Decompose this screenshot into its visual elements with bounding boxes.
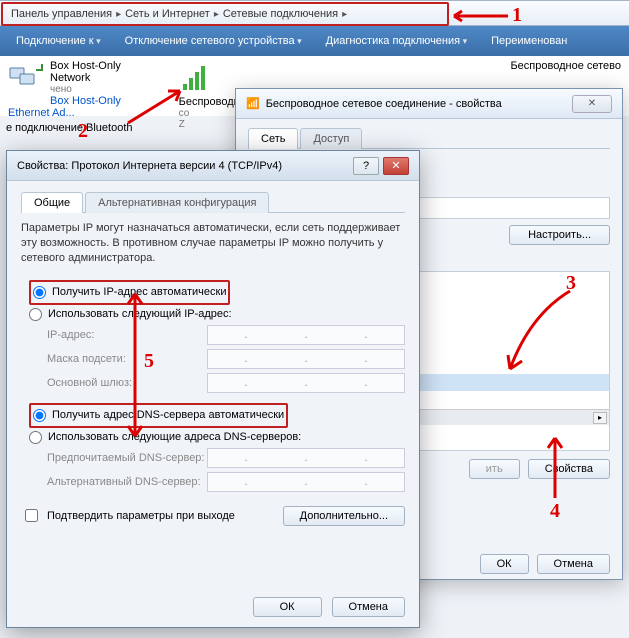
checkbox-input[interactable] — [25, 509, 38, 522]
install-button[interactable]: ить — [469, 459, 520, 479]
dialog-titlebar[interactable]: 📶 Беспроводное сетевое соединение - свой… — [236, 89, 622, 119]
radio-input[interactable] — [33, 286, 46, 299]
label-preferred-dns: Предпочитаемый DNS-сервер: — [47, 452, 207, 464]
toolbar-connect-to[interactable]: Подключение к — [16, 35, 101, 47]
label-alternate-dns: Альтернативный DNS-сервер: — [47, 476, 207, 488]
ip-address-input: ... — [207, 325, 405, 345]
validate-on-exit-checkbox[interactable]: Подтвердить параметры при выходе — [21, 506, 235, 525]
dialog-title: Беспроводное сетевое соединение - свойст… — [266, 98, 502, 110]
tab-strip: Сеть Доступ — [248, 127, 610, 149]
connection-item[interactable]: Box Host-Only Network чено Box Host-Only… — [8, 60, 149, 112]
radio-input[interactable] — [33, 409, 46, 422]
label-subnet-mask: Маска подсети: — [47, 353, 207, 365]
ok-button[interactable]: ОК — [253, 597, 322, 617]
connection-name: Беспроводное сетево — [510, 60, 621, 72]
toolbar-diagnose[interactable]: Диагностика подключения — [326, 35, 468, 47]
radio-obtain-ip-auto[interactable]: Получить IP-адрес автоматически — [33, 286, 226, 299]
radio-use-dns-manual[interactable]: Использовать следующие адреса DNS-сервер… — [29, 431, 405, 444]
chevron-right-icon: ▸ — [214, 9, 219, 20]
crumb-network-internet[interactable]: Сеть и Интернет — [125, 8, 210, 20]
tab-access[interactable]: Доступ — [300, 128, 362, 149]
gateway-input: ... — [207, 373, 405, 393]
connection-adapter: Box Host-Only Ethernet Ad... — [8, 95, 149, 119]
network-adapter-icon — [8, 60, 44, 96]
toolbar-disable-device[interactable]: Отключение сетевого устройства — [125, 35, 302, 47]
subnet-mask-input: ... — [207, 349, 405, 369]
cancel-button[interactable]: Отмена — [537, 554, 610, 574]
dialog-title: Свойства: Протокол Интернета версии 4 (T… — [17, 160, 282, 172]
connection-item[interactable]: е подключение Bluetooth — [6, 122, 133, 134]
radio-obtain-dns-auto[interactable]: Получить адрес DNS-сервера автоматически — [33, 409, 284, 422]
close-button[interactable]: ✕ — [383, 157, 409, 175]
crumb-control-panel[interactable]: Панель управления — [11, 8, 112, 20]
preferred-dns-input: ... — [207, 448, 405, 468]
tab-alternate-config[interactable]: Альтернативная конфигурация — [85, 192, 269, 213]
radio-input[interactable] — [29, 431, 42, 444]
close-button[interactable]: ✕ — [572, 95, 612, 113]
ok-button[interactable]: ОК — [480, 554, 529, 574]
breadcrumb[interactable]: Панель управления ▸ Сеть и Интернет ▸ Се… — [1, 2, 449, 26]
connection-name: е подключение Bluetooth — [6, 122, 133, 134]
radio-input[interactable] — [29, 308, 42, 321]
toolbar-rename[interactable]: Переименован — [491, 35, 567, 47]
radio-use-ip-manual[interactable]: Использовать следующий IP-адрес: — [29, 308, 405, 321]
address-bar: Панель управления ▸ Сеть и Интернет ▸ Се… — [0, 0, 629, 26]
tab-strip: Общие Альтернативная конфигурация — [21, 191, 405, 213]
ipv4-properties-dialog: Свойства: Протокол Интернета версии 4 (T… — [6, 150, 420, 628]
scroll-right-icon[interactable]: ▸ — [593, 412, 607, 424]
info-text: Параметры IP могут назначаться автоматич… — [21, 221, 405, 266]
cancel-button[interactable]: Отмена — [332, 597, 405, 617]
chevron-right-icon: ▸ — [342, 9, 347, 20]
command-bar: Подключение к Отключение сетевого устрой… — [0, 26, 629, 56]
chevron-right-icon: ▸ — [116, 9, 121, 20]
alternate-dns-input: ... — [207, 472, 405, 492]
label-gateway: Основной шлюз: — [47, 377, 207, 389]
crumb-network-connections[interactable]: Сетевые подключения — [223, 8, 338, 20]
configure-button[interactable]: Настроить... — [509, 225, 610, 245]
help-button[interactable]: ? — [353, 157, 379, 175]
advanced-button[interactable]: Дополнительно... — [283, 506, 405, 526]
wifi-icon: 📶 — [246, 97, 260, 110]
tab-general[interactable]: Общие — [21, 192, 83, 213]
tab-network[interactable]: Сеть — [248, 128, 298, 149]
properties-button[interactable]: Свойства — [528, 459, 610, 479]
dialog-titlebar[interactable]: Свойства: Протокол Интернета версии 4 (T… — [7, 151, 419, 181]
label-ip-address: IP-адрес: — [47, 329, 207, 341]
wifi-signal-icon — [179, 60, 215, 96]
